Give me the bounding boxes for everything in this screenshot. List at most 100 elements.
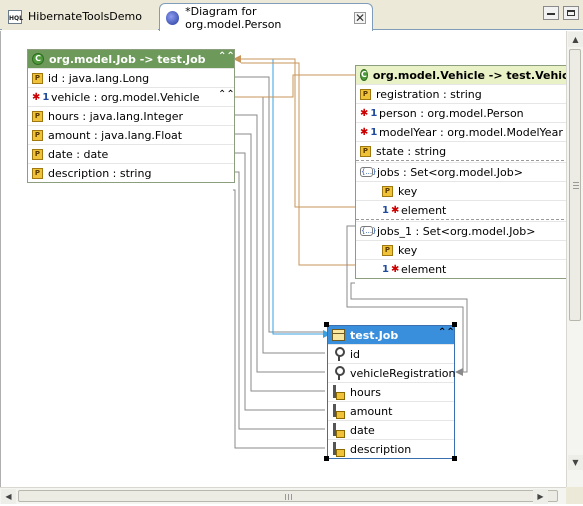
field-row[interactable]: P registration : string <box>356 84 566 103</box>
field-label: registration : string <box>376 87 482 101</box>
horizontal-scroll-thumb[interactable] <box>18 490 558 502</box>
collection-sub-row[interactable]: 1 ✱ element <box>356 259 566 278</box>
column-label: date <box>350 423 375 437</box>
connector-line <box>233 189 325 449</box>
column-row[interactable]: vehicleRegistration <box>328 363 456 382</box>
field-label: key <box>398 243 418 257</box>
property-icon: P <box>32 167 43 179</box>
column-icon <box>332 404 345 419</box>
collapse-icon[interactable]: ⌃⌃ <box>218 90 235 103</box>
field-label: id : java.lang.Long <box>48 71 150 85</box>
scroll-up-arrow[interactable]: ▲ <box>568 32 583 47</box>
collection-sub-row[interactable]: P key <box>356 240 566 259</box>
tab-hibernatetoolsdemo[interactable]: HQL HibernateToolsDemo <box>2 3 158 30</box>
property-icon: P <box>32 72 43 84</box>
foreign-key-icon <box>332 366 345 380</box>
field-label: state : string <box>376 144 447 158</box>
field-label: hours : java.lang.Integer <box>48 109 183 123</box>
diagram-canvas[interactable]: C org.model.Job -> test.Job ⌃⌃ P id : ja… <box>0 31 566 487</box>
many-to-one-icon: ✱ 1 <box>360 107 378 119</box>
vertical-scroll-thumb[interactable] <box>569 49 581 321</box>
maximize-button[interactable] <box>563 6 579 20</box>
column-icon <box>332 442 345 457</box>
scroll-left-arrow[interactable]: ◀ <box>1 489 16 504</box>
connector-line <box>233 133 325 392</box>
entity-table-link <box>239 58 323 335</box>
job-entity[interactable]: C org.model.Job -> test.Job ⌃⌃ P id : ja… <box>27 49 235 183</box>
column-icon <box>332 385 345 400</box>
field-row[interactable]: P date : date <box>28 144 234 163</box>
minimize-button[interactable] <box>543 6 559 20</box>
window-controls <box>543 6 579 20</box>
field-row[interactable]: ✱ 1 modelYear : org.model.ModelYear <box>356 122 566 141</box>
set-collection-icon: {...} <box>360 167 377 177</box>
property-icon: P <box>32 129 43 141</box>
field-label: modelYear : org.model.ModelYear <box>379 125 563 139</box>
selection-handle[interactable] <box>452 322 457 327</box>
connector-line <box>233 114 325 373</box>
job-entity-header[interactable]: C org.model.Job -> test.Job ⌃⌃ <box>28 50 235 68</box>
property-icon: P <box>32 110 43 122</box>
vehicle-association <box>233 74 355 98</box>
close-tab-icon[interactable]: ✕ <box>354 11 366 24</box>
field-label: amount : java.lang.Float <box>48 128 183 142</box>
collection-sub-row[interactable]: P key <box>356 181 566 200</box>
primary-key-icon <box>332 347 345 361</box>
vertical-scrollbar[interactable]: ▲ ▼ <box>566 31 583 487</box>
column-label: amount <box>350 404 393 418</box>
column-row[interactable]: id <box>328 344 454 363</box>
tab-diagram-person[interactable]: *Diagram for org.model.Person ✕ <box>159 3 373 31</box>
vehicle-entity[interactable]: C org.model.Vehicle -> test.Vehicle P re… <box>355 65 566 279</box>
tab-label: HibernateToolsDemo <box>28 10 142 23</box>
field-label: element <box>401 262 447 276</box>
field-row[interactable]: P description : string <box>28 163 234 182</box>
column-row[interactable]: description <box>328 439 454 458</box>
job-entity-title: org.model.Job -> test.Job <box>49 52 206 66</box>
collection-row[interactable]: {...} jobs_1 : Set<org.model.Job> <box>356 221 566 240</box>
column-row[interactable]: date <box>328 420 454 439</box>
column-row[interactable]: hours <box>328 382 454 401</box>
field-row[interactable]: ✱ 1 vehicle : org.model.Vehicle ⌃⌃ <box>28 87 235 106</box>
scrollbar-corner <box>566 487 583 504</box>
field-row[interactable]: ✱ 1 person : org.model.Person <box>356 103 566 122</box>
collection-label: jobs : Set<org.model.Job> <box>377 165 523 179</box>
selection-handle[interactable] <box>452 456 457 461</box>
field-row[interactable]: P amount : java.lang.Float <box>28 125 234 144</box>
column-label: hours <box>350 385 381 399</box>
connector-line <box>233 152 325 411</box>
column-label: id <box>350 347 361 361</box>
editor-tab-bar: HQL HibernateToolsDemo *Diagram for org.… <box>0 0 583 31</box>
one-to-many-icon: 1 ✱ <box>382 263 400 275</box>
collection-row[interactable]: {...} jobs : Set<org.model.Job> <box>356 162 566 181</box>
column-row[interactable]: amount <box>328 401 454 420</box>
field-label: description : string <box>48 166 152 180</box>
tab-label: *Diagram for org.model.Person <box>185 4 282 31</box>
scroll-down-arrow[interactable]: ▼ <box>568 455 583 470</box>
vehicle-entity-title: org.model.Vehicle -> test.Vehicle <box>372 68 566 82</box>
field-row[interactable]: P hours : java.lang.Integer <box>28 106 234 125</box>
selection-handle[interactable] <box>324 456 329 461</box>
jobs-association <box>241 58 355 208</box>
table-icon <box>332 329 345 341</box>
jobs1-association <box>241 62 355 266</box>
property-icon: P <box>382 185 393 197</box>
field-row[interactable]: P id : java.lang.Long <box>28 68 234 87</box>
selection-handle[interactable] <box>324 322 329 327</box>
many-to-one-icon: ✱ 1 <box>360 126 378 138</box>
horizontal-scrollbar[interactable]: ◀ ▶ <box>0 487 566 504</box>
collapse-icon[interactable]: ⌃⌃ <box>438 328 455 341</box>
field-label: vehicle : org.model.Vehicle <box>51 90 200 104</box>
set-collection-icon: {...} <box>360 226 377 236</box>
connector-line <box>233 171 325 430</box>
collapse-icon[interactable]: ⌃⌃ <box>218 52 235 65</box>
vehicle-entity-header[interactable]: C org.model.Vehicle -> test.Vehicle <box>356 66 566 84</box>
scroll-right-arrow[interactable]: ▶ <box>533 489 548 504</box>
collection-sub-row[interactable]: 1 ✱ element <box>356 200 566 219</box>
column-label: vehicleRegistration <box>350 366 456 380</box>
connector-line <box>233 96 325 354</box>
field-row[interactable]: P state : string <box>356 141 566 160</box>
job-table[interactable]: test.Job ⌃⌃ id vehicleRegistration hours… <box>327 325 456 459</box>
job-table-header[interactable]: test.Job ⌃⌃ <box>328 326 455 344</box>
field-label: element <box>401 203 447 217</box>
property-icon: P <box>382 244 393 256</box>
